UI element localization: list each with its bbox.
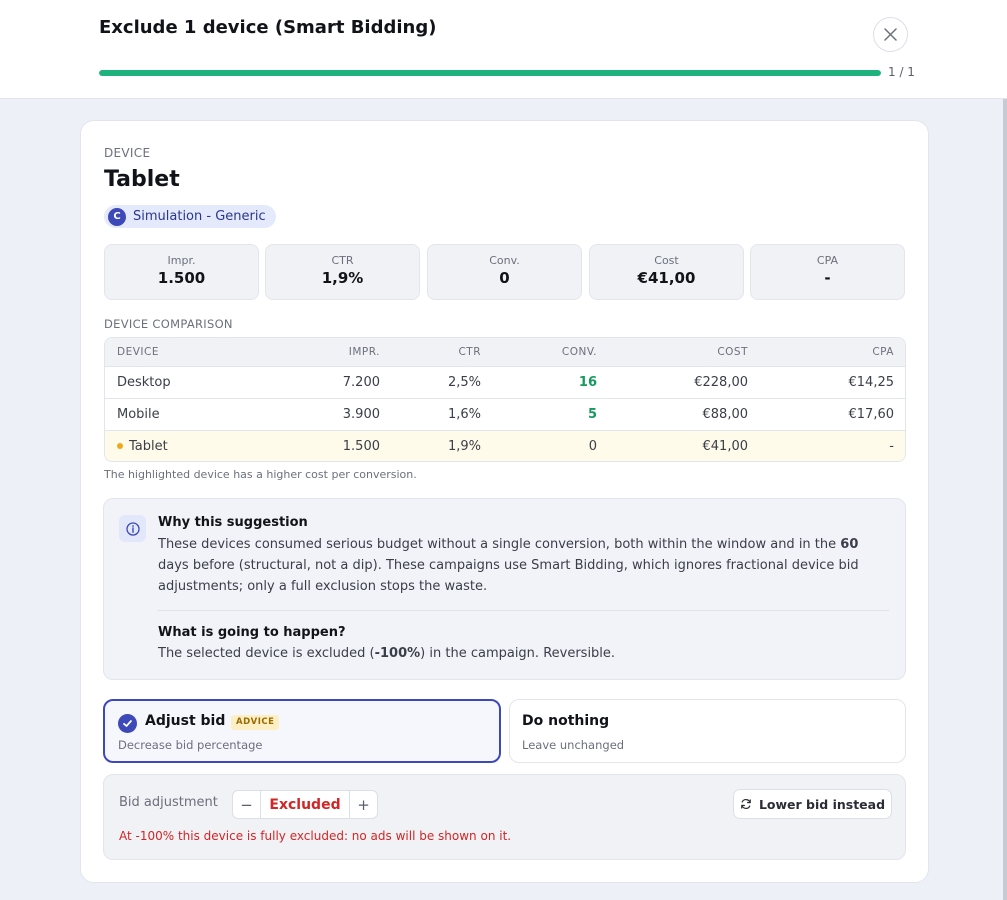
stat-value: €41,00 — [637, 269, 696, 287]
decrease-button[interactable]: − — [233, 791, 261, 818]
stat-conversions: Conv. 0 — [427, 244, 582, 300]
campaign-chip-label: Simulation - Generic — [133, 209, 266, 224]
happen-body-text: The selected device is excluded ( — [158, 646, 375, 661]
table-header: DEVICE IMPR. CTR CONV. COST CPA — [105, 338, 905, 367]
cell-conv: 5 — [587, 407, 597, 422]
stat-cost: Cost €41,00 — [589, 244, 744, 300]
scrollbar[interactable] — [1003, 99, 1007, 900]
campaign-chip[interactable]: C Simulation - Generic — [104, 205, 276, 228]
table-footnote: The highlighted device has a higher cost… — [104, 468, 417, 481]
stat-value: - — [824, 269, 831, 287]
col-conv: CONV. — [561, 346, 597, 358]
cell-cost: €228,00 — [694, 375, 748, 390]
col-device: DEVICE — [117, 346, 159, 358]
cell-impr: 1.500 — [342, 439, 380, 454]
lower-bid-label: Lower bid instead — [758, 796, 886, 812]
device-comparison-table: DEVICE IMPR. CTR CONV. COST CPA Desktop … — [104, 337, 906, 462]
happen-title: What is going to happen? — [158, 625, 346, 640]
divider — [158, 610, 889, 611]
cell-conv: 0 — [588, 439, 597, 454]
campaign-avatar: C — [108, 207, 126, 226]
why-body: These devices consumed serious budget wi… — [158, 534, 888, 597]
highlight-dot-icon — [117, 442, 123, 449]
stat-value: 1.500 — [157, 269, 206, 287]
suggestion-card: DEVICE Tablet C Simulation - Generic Imp… — [80, 120, 929, 883]
happen-body-text-2: ) in the campaign. Reversible. — [420, 646, 616, 661]
device-name: Tablet — [104, 167, 180, 192]
modal-title: Exclude 1 device (Smart Bidding) — [99, 17, 437, 38]
progress-bar — [99, 70, 881, 76]
bid-adjustment-panel: Bid adjustment − Excluded + Lower bid in… — [103, 774, 906, 860]
table-row-highlighted: Tablet 1.500 1,9% 0 €41,00 - — [105, 431, 905, 461]
table-row: Mobile 3.900 1,6% 5 €88,00 €17,60 — [105, 399, 905, 431]
why-body-text-2: days before (structural, not a dip). The… — [158, 558, 859, 594]
progress-counter: 1 / 1 — [888, 65, 915, 79]
col-impr: IMPR. — [348, 346, 380, 358]
bid-value[interactable]: Excluded — [261, 791, 349, 818]
stat-value: 0 — [499, 269, 510, 287]
cell-cost: €88,00 — [702, 407, 749, 422]
increase-button[interactable]: + — [349, 791, 377, 818]
option-do-nothing[interactable]: Do nothing Leave unchanged — [509, 699, 906, 763]
cell-device: Desktop — [117, 375, 171, 390]
refresh-icon — [741, 798, 751, 810]
col-cpa: CPA — [872, 346, 894, 358]
stat-label: Conv. — [489, 254, 520, 267]
stat-value: 1,9% — [321, 269, 364, 287]
why-body-text: These devices consumed serious budget wi… — [158, 537, 841, 552]
device-section-label: DEVICE — [104, 146, 151, 160]
info-icon — [119, 515, 146, 542]
close-icon — [884, 28, 897, 41]
why-suggestion-panel: Why this suggestion These devices consum… — [103, 498, 906, 680]
bid-stepper[interactable]: − Excluded + — [232, 790, 378, 819]
stat-label: Cost — [654, 254, 679, 267]
cell-conv: 16 — [578, 375, 597, 390]
close-button[interactable] — [873, 17, 908, 52]
stat-impressions: Impr. 1.500 — [104, 244, 259, 300]
cell-impr: 3.900 — [342, 407, 380, 422]
cell-cpa: €14,25 — [848, 375, 895, 390]
modal-header: Exclude 1 device (Smart Bidding) 1 / 1 — [0, 0, 1007, 99]
option-title: Adjust bid — [145, 713, 226, 729]
stat-label: CPA — [816, 254, 839, 267]
option-adjust-bid[interactable]: Adjust bid ADVICE Decrease bid percentag… — [103, 699, 501, 763]
cell-ctr: 2,5% — [447, 375, 481, 390]
cell-device-label: Tablet — [129, 439, 168, 454]
stat-label: Impr. — [167, 254, 196, 267]
why-body-days: 60 — [840, 537, 859, 552]
stat-ctr: CTR 1,9% — [265, 244, 420, 300]
stat-label: CTR — [331, 254, 354, 267]
cell-cpa: €17,60 — [848, 407, 895, 422]
cell-ctr: 1,6% — [447, 407, 481, 422]
exclusion-warning: At -100% this device is fully excluded: … — [119, 829, 512, 843]
check-icon — [118, 714, 137, 733]
advice-badge: ADVICE — [231, 715, 280, 730]
option-subtitle: Leave unchanged — [522, 738, 625, 752]
cell-device: Mobile — [117, 407, 160, 422]
col-ctr: CTR — [458, 346, 481, 358]
cell-ctr: 1,9% — [447, 439, 481, 454]
option-title: Do nothing — [522, 713, 610, 729]
col-cost: COST — [717, 346, 748, 358]
table-row: Desktop 7.200 2,5% 16 €228,00 €14,25 — [105, 367, 905, 399]
happen-body-percent: -100% — [374, 646, 421, 661]
happen-body: The selected device is excluded (-100%) … — [158, 643, 888, 664]
bid-adjustment-label: Bid adjustment — [119, 795, 218, 810]
progress-fill — [99, 70, 881, 76]
option-subtitle: Decrease bid percentage — [118, 738, 263, 752]
cell-cost: €41,00 — [702, 439, 749, 454]
cell-impr: 7.200 — [342, 375, 380, 390]
comparison-section-label: DEVICE COMPARISON — [104, 317, 233, 331]
stat-cpa: CPA - — [750, 244, 905, 300]
lower-bid-button[interactable]: Lower bid instead — [733, 789, 892, 819]
cell-device: Tablet — [117, 431, 168, 461]
cell-cpa: - — [889, 439, 894, 454]
why-title: Why this suggestion — [158, 515, 308, 530]
